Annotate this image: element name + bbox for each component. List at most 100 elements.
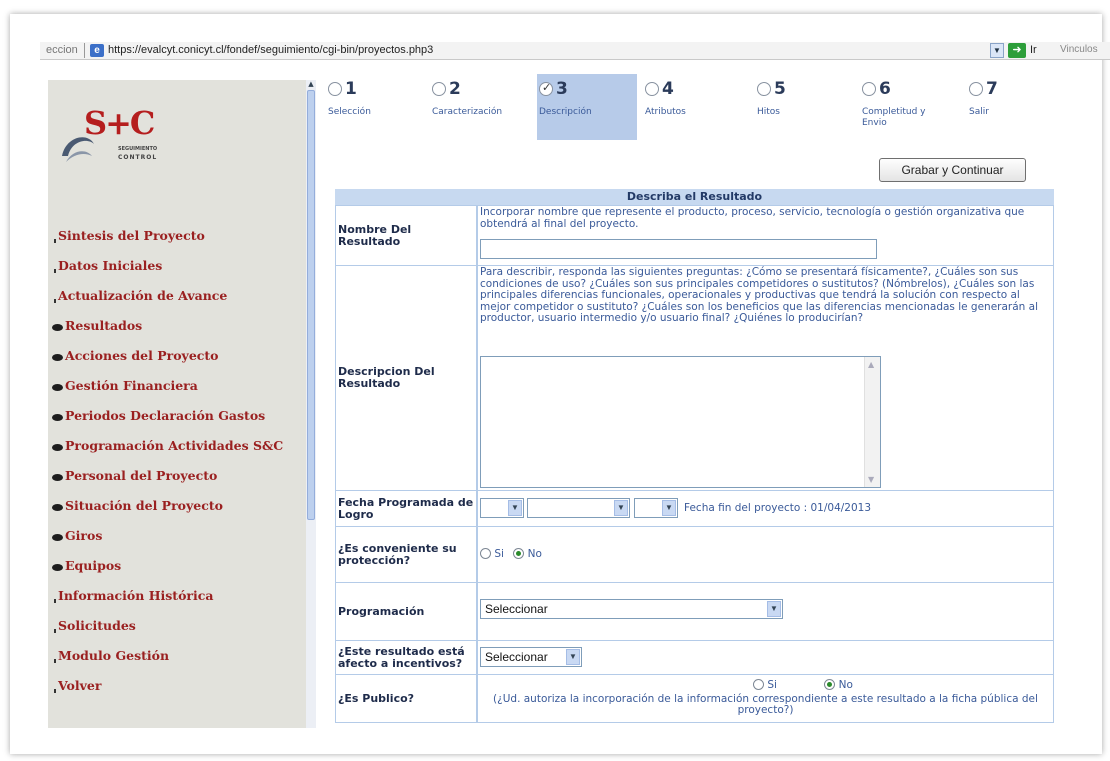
chevron-down-icon[interactable]: ▼ bbox=[614, 500, 628, 516]
fecha-year-select[interactable]: ▼ bbox=[634, 498, 678, 518]
bullet-mark-icon bbox=[54, 269, 56, 273]
publico-label: ¿Es Publico? bbox=[336, 675, 476, 722]
step-1[interactable]: 1 Selección bbox=[326, 74, 426, 140]
descripcion-help: Para describir, responda las siguientes … bbox=[480, 266, 1039, 324]
step-7[interactable]: 7 Salir bbox=[967, 74, 1037, 140]
sidebar-scrollbar[interactable]: ▲ bbox=[306, 80, 316, 728]
save-continue-button[interactable]: Grabar y Continuar bbox=[879, 158, 1026, 182]
step-number: 4 bbox=[662, 79, 674, 99]
fecha-cell: ▼ ▼ ▼ Fecha fin del proyecto : 01/04/201… bbox=[478, 491, 1053, 526]
proteccion-si-radio[interactable] bbox=[480, 548, 491, 559]
programacion-select[interactable]: Seleccionar ▼ bbox=[480, 599, 783, 619]
nombre-input[interactable] bbox=[480, 239, 877, 259]
step-2[interactable]: 2 Caracterización bbox=[430, 74, 530, 140]
step-label: Descripción bbox=[539, 107, 592, 117]
sidebar-item-11[interactable]: Equipos bbox=[52, 558, 121, 576]
publico-si-radio[interactable] bbox=[753, 679, 765, 690]
check-radio-icon[interactable] bbox=[539, 81, 553, 96]
sidebar-item-1[interactable]: Datos Iniciales bbox=[54, 258, 162, 276]
step-label: Atributos bbox=[645, 107, 686, 117]
sidebar-item-label: Modulo Gestión bbox=[58, 648, 170, 663]
proteccion-radios: Si No bbox=[480, 548, 542, 561]
sidebar-item-13[interactable]: Solicitudes bbox=[54, 618, 136, 636]
sidebar-item-label: Equipos bbox=[65, 558, 122, 573]
textarea-scrollbar[interactable]: ▲ ▼ bbox=[864, 357, 880, 487]
scroll-up-icon[interactable]: ▲ bbox=[868, 359, 874, 371]
address-bar: eccion e https://evalcyt.conicyt.cl/fond… bbox=[40, 42, 1110, 60]
chevron-down-icon[interactable]: ▼ bbox=[662, 500, 676, 516]
sidebar-item-0[interactable]: Sintesis del Proyecto bbox=[54, 228, 205, 246]
step-3[interactable]: 3 Descripción bbox=[537, 74, 637, 140]
step-number: 2 bbox=[449, 79, 461, 99]
bullet-dot-icon bbox=[52, 384, 63, 391]
publico-si-label: Si bbox=[767, 679, 777, 691]
step-number: 3 bbox=[556, 79, 568, 99]
logo-subtitle: SEGUIMIENTO bbox=[118, 146, 158, 152]
radio-icon[interactable] bbox=[757, 82, 771, 96]
proteccion-no-radio[interactable] bbox=[513, 548, 525, 559]
sidebar-item-5[interactable]: Gestión Financiera bbox=[52, 378, 198, 396]
url-dropdown-icon[interactable]: ▼ bbox=[990, 43, 1004, 58]
chevron-down-icon[interactable]: ▼ bbox=[566, 649, 580, 665]
bullet-dot-icon bbox=[52, 564, 63, 571]
proteccion-label: ¿Es conveniente su protección? bbox=[336, 527, 476, 582]
radio-icon[interactable] bbox=[645, 82, 659, 96]
radio-icon[interactable] bbox=[862, 82, 876, 96]
bullet-dot-icon bbox=[52, 504, 63, 511]
fecha-row: Fecha Programada de Logro ▼ ▼ ▼ Fecha fi… bbox=[335, 490, 1054, 526]
sidebar-item-label: Gestión Financiera bbox=[65, 378, 198, 393]
incentivos-cell: Seleccionar ▼ bbox=[478, 641, 1053, 674]
url-field[interactable]: https://evalcyt.conicyt.cl/fondef/seguim… bbox=[108, 44, 433, 56]
incentivos-select[interactable]: Seleccionar ▼ bbox=[480, 647, 582, 667]
chevron-down-icon[interactable]: ▼ bbox=[508, 500, 522, 516]
sidebar-item-9[interactable]: Situación del Proyecto bbox=[52, 498, 223, 516]
descripcion-label: Descripcion Del Resultado bbox=[336, 266, 476, 490]
radio-icon[interactable] bbox=[969, 82, 983, 96]
bullet-mark-icon bbox=[54, 629, 56, 633]
sidebar-item-14[interactable]: Modulo Gestión bbox=[54, 648, 169, 666]
sidebar-item-label: Actualización de Avance bbox=[58, 288, 228, 303]
go-button[interactable]: Ir bbox=[1030, 44, 1037, 56]
sidebar-item-6[interactable]: Periodos Declaración Gastos bbox=[52, 408, 265, 426]
step-5[interactable]: 5 Hitos bbox=[755, 74, 855, 140]
sidebar-item-4[interactable]: Acciones del Proyecto bbox=[52, 348, 219, 366]
step-number: 7 bbox=[986, 79, 998, 99]
step-4[interactable]: 4 Atributos bbox=[643, 74, 743, 140]
fecha-month-select[interactable]: ▼ bbox=[527, 498, 630, 518]
proteccion-no-label: No bbox=[527, 548, 542, 560]
go-arrow-icon[interactable]: ➜ bbox=[1008, 43, 1026, 58]
incentivos-label: ¿Este resultado está afecto a incentivos… bbox=[336, 641, 476, 674]
proteccion-cell: Si No bbox=[478, 527, 1053, 582]
scroll-down-icon[interactable]: ▼ bbox=[868, 474, 874, 486]
bullet-mark-icon bbox=[54, 239, 56, 243]
radio-icon[interactable] bbox=[328, 82, 342, 96]
descripcion-textarea[interactable]: ▲ ▼ bbox=[480, 356, 881, 488]
bullet-dot-icon bbox=[52, 414, 63, 421]
links-label[interactable]: Vinculos bbox=[1060, 44, 1098, 55]
step-6[interactable]: 6 Completitud y Envio bbox=[860, 74, 960, 140]
sidebar-item-label: Situación del Proyecto bbox=[65, 498, 223, 513]
chevron-down-icon[interactable]: ▼ bbox=[767, 601, 781, 617]
descripcion-cell: Para describir, responda las siguientes … bbox=[478, 266, 1053, 490]
logo-subtitle-2: CONTROL bbox=[118, 154, 158, 161]
sidebar-item-label: Sintesis del Proyecto bbox=[58, 228, 205, 243]
bullet-mark-icon bbox=[54, 659, 56, 663]
sidebar-item-12[interactable]: Información Histórica bbox=[54, 588, 213, 606]
sidebar-item-label: Información Histórica bbox=[58, 588, 214, 603]
sidebar-item-15[interactable]: Volver bbox=[54, 678, 101, 696]
publico-no-radio[interactable] bbox=[824, 679, 836, 690]
fecha-day-select[interactable]: ▼ bbox=[480, 498, 524, 518]
sidebar-item-2[interactable]: Actualización de Avance bbox=[54, 288, 227, 306]
publico-row: ¿Es Publico? Si No (¿Ud. autoriza la inc… bbox=[335, 674, 1054, 722]
radio-icon[interactable] bbox=[432, 82, 446, 96]
bullet-dot-icon bbox=[52, 324, 63, 331]
step-number: 1 bbox=[345, 79, 357, 99]
proteccion-si-label: Si bbox=[494, 548, 504, 560]
sidebar-item-7[interactable]: Programación Actividades S&C bbox=[52, 438, 283, 456]
scroll-up-icon[interactable]: ▲ bbox=[307, 80, 315, 89]
sidebar-item-10[interactable]: Giros bbox=[52, 528, 102, 546]
scrollbar-thumb[interactable] bbox=[307, 90, 315, 520]
nombre-label: Nombre Del Resultado bbox=[336, 206, 476, 265]
sidebar-item-3[interactable]: Resultados bbox=[52, 318, 142, 336]
sidebar-item-8[interactable]: Personal del Proyecto bbox=[52, 468, 217, 486]
